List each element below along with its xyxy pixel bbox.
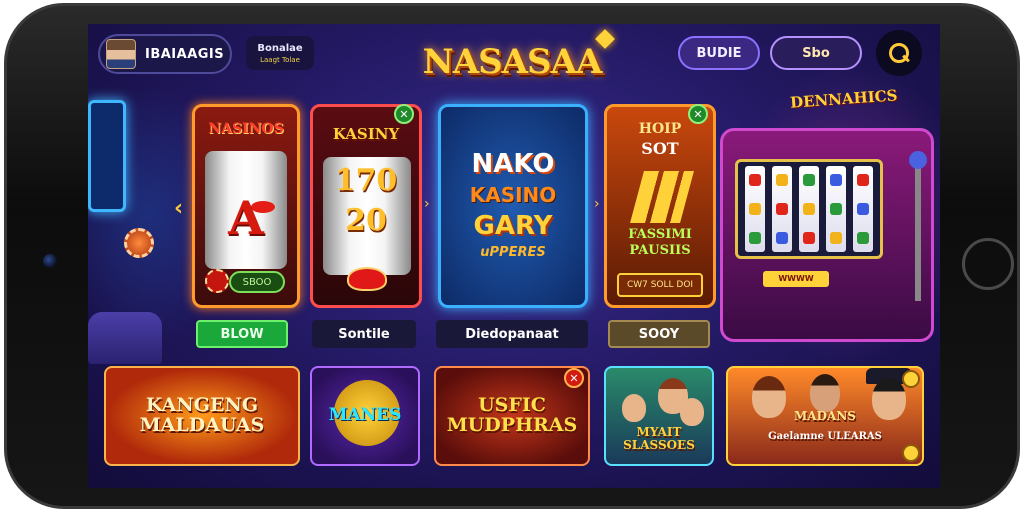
close-icon[interactable]: ✕ — [394, 104, 414, 124]
card-label-sontile[interactable]: Sontile — [312, 320, 416, 348]
tile-text: MADANS — [794, 409, 856, 423]
balance-label: Bonalae — [257, 42, 303, 54]
game-card-nako-kasino[interactable]: NAKO KASINO GARY uPPERES — [438, 104, 588, 308]
game-tile-madans[interactable]: MADANS Gaelamne ULEARAS — [726, 366, 924, 466]
character-icon — [810, 374, 840, 412]
search-icon — [887, 41, 911, 65]
character-icon — [680, 398, 704, 426]
balance-sub: Laagt Tolae — [260, 55, 300, 64]
home-button[interactable] — [962, 238, 1014, 290]
coin-icon — [902, 444, 920, 462]
card-name: FASSIMI PAUSIIS — [628, 227, 692, 258]
chair-deco — [88, 312, 162, 364]
slot-reel — [799, 166, 819, 252]
tile-text: USFIC MUDPHRAS — [446, 394, 578, 436]
card-title: KASINY — [332, 125, 400, 143]
game-card-hoip-sot[interactable]: HOIP SOT FASSIMI PAUSIIS CW7 SOLL DOI — [604, 104, 716, 308]
avatar — [106, 39, 136, 69]
tile-subtext: Gaelamne ULEARAS — [768, 431, 882, 442]
card-sub-text: SOT — [641, 139, 679, 158]
tile-text: MYAIT SLASSOES — [623, 425, 695, 452]
card-pill[interactable]: SBOO — [229, 271, 285, 293]
sho-button[interactable]: Sbo — [770, 36, 862, 70]
tile-text: MANES — [328, 405, 402, 426]
coin-icon — [902, 370, 920, 388]
game-card-kasiny[interactable]: KASINY 170 20 — [310, 104, 422, 308]
card-line-2: KASINO — [469, 183, 557, 207]
heart-icon — [347, 267, 387, 291]
chip-icon — [124, 228, 154, 258]
game-tile-myait[interactable]: MYAIT SLASSOES — [604, 366, 714, 466]
card-label-sooy[interactable]: SOOY — [608, 320, 710, 348]
reel-symbol: A — [228, 191, 264, 245]
slot-reel — [745, 166, 765, 252]
card-title: NASINOS — [208, 121, 284, 137]
card-number-1: 170 — [334, 163, 398, 198]
lever-icon[interactable] — [909, 151, 927, 301]
card-badge[interactable]: CW7 SOLL DOI — [617, 273, 703, 297]
app-logo: NASASAA — [422, 42, 603, 82]
screen: IBAIAAGIS Bonalae Laagt Tolae NASASAA BU… — [88, 24, 940, 488]
close-icon[interactable]: ✕ — [564, 368, 584, 388]
user-profile[interactable]: IBAIAAGIS — [98, 34, 232, 74]
close-icon[interactable]: ✕ — [688, 104, 708, 124]
card-line-3: GARY — [473, 211, 553, 241]
game-card-nasinos[interactable]: NASINOS A SBOO — [192, 104, 300, 308]
slot-machine[interactable]: WWWW — [720, 128, 934, 342]
card-line-4: uPPERES — [480, 245, 546, 260]
slot-reel — [826, 166, 846, 252]
bars-icon — [630, 171, 694, 223]
dot-icon: › — [424, 196, 430, 212]
card-line-1: NAKO — [471, 149, 555, 179]
search-button[interactable] — [876, 30, 922, 76]
game-tile-manes[interactable]: MANES — [310, 366, 420, 466]
tile-text: KANGENG MALDAUAS — [139, 394, 265, 436]
dot-icon: › — [594, 196, 600, 212]
balance-display[interactable]: Bonalae Laagt Tolae — [246, 36, 314, 70]
camera-icon — [43, 254, 57, 268]
chip-icon — [205, 269, 229, 293]
character-icon — [622, 394, 646, 422]
reel: A — [205, 151, 287, 269]
card-number-2: 20 — [345, 203, 387, 238]
game-tile-kangeng[interactable]: KANGENG MALDAUAS — [104, 366, 300, 466]
chevron-left-icon[interactable]: ‹ — [174, 196, 183, 221]
card-label-blow[interactable]: BLOW — [196, 320, 288, 348]
buide-button[interactable]: BUDIE — [678, 36, 760, 70]
user-name: IBAIAAGIS — [145, 46, 225, 62]
slot-reel — [772, 166, 792, 252]
slot-bar: WWWW — [763, 271, 829, 287]
slot-reel — [853, 166, 873, 252]
slot-screen — [735, 159, 883, 259]
neon-sign-deco — [88, 100, 126, 212]
card-label-diedopanaat[interactable]: Diedopanaat — [436, 320, 588, 348]
